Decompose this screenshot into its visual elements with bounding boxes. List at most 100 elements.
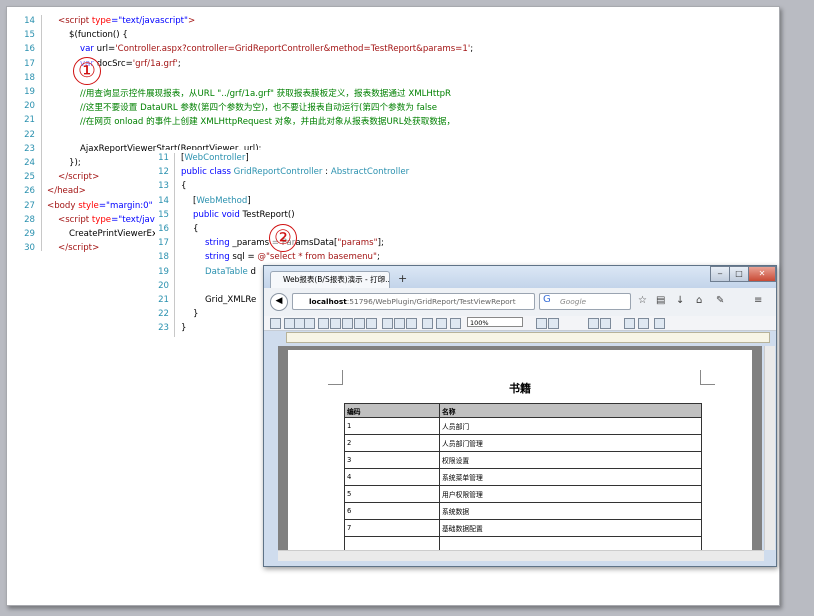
- horizontal-scrollbar[interactable]: [278, 550, 764, 561]
- code-token: script: [68, 172, 93, 183]
- line-number: 22: [24, 129, 35, 140]
- toolbar-button-icon[interactable]: [366, 318, 377, 329]
- table-row: 6 系统数据: [344, 502, 702, 520]
- tab-bar: Web报表(B/S报表)演示 - 打印... ✕ + ‒ □ ✕: [264, 266, 776, 288]
- url-path: :51796/WebPlugin/GridReport/TestViewRepo…: [346, 297, 516, 306]
- code-token: {: [181, 181, 187, 192]
- code-line: public class GridReportController : Abst…: [181, 167, 409, 177]
- table-cell: 1: [344, 417, 440, 435]
- back-icon[interactable]: ◀: [270, 293, 288, 311]
- code-token: ;: [177, 58, 181, 69]
- toolbar-button-icon[interactable]: [330, 318, 341, 329]
- toolbar-button-icon[interactable]: [450, 318, 461, 329]
- code-token: string: [205, 252, 233, 263]
- page-nav-icon[interactable]: [654, 318, 665, 329]
- toolbar-button-icon[interactable]: [394, 318, 405, 329]
- url-bar[interactable]: localhost:51796/WebPlugin/GridReport/Tes…: [292, 293, 535, 310]
- code-token: ];: [377, 238, 384, 249]
- code-token: ]: [247, 195, 251, 206]
- toolbar-button-icon[interactable]: [304, 318, 315, 329]
- code-token: >: [188, 16, 196, 26]
- toolbar-button-icon[interactable]: [342, 318, 353, 329]
- line-number: 23: [24, 143, 35, 154]
- search-input[interactable]: Google: [539, 293, 631, 310]
- vertical-scrollbar[interactable]: [764, 346, 775, 550]
- code-token: </: [58, 172, 69, 183]
- line-number: 15: [158, 209, 169, 220]
- browser-tab[interactable]: Web报表(B/S报表)演示 - 打印... ✕: [270, 271, 390, 288]
- toolbar-button-icon[interactable]: [382, 318, 393, 329]
- marker-1: ①: [73, 57, 101, 85]
- clipboard-icon[interactable]: ▤: [656, 295, 665, 306]
- line-number: 16: [24, 44, 35, 55]
- code-line: //用查询显示控件展现报表，从URL "../grf/1a.grf" 获取报表膜…: [80, 87, 451, 99]
- toolbar-button-icon[interactable]: [436, 318, 447, 329]
- line-number: 22: [158, 309, 169, 320]
- code-line: [WebMethod]: [193, 196, 251, 206]
- table-cell: 权限设置: [439, 451, 702, 469]
- code-token: WebController: [184, 153, 246, 163]
- line-number: 11: [158, 153, 169, 163]
- toolbar-button-icon[interactable]: [270, 318, 281, 329]
- line-number: 29: [24, 229, 35, 239]
- new-tab-icon[interactable]: +: [398, 272, 407, 285]
- table-cell: 人员部门管理: [439, 434, 702, 452]
- close-tab-icon[interactable]: ✕: [379, 272, 386, 288]
- code-token: WebMethod: [196, 195, 248, 206]
- table-cell: 2: [344, 434, 440, 452]
- table-cell: 用户权限管理: [439, 485, 702, 503]
- line-number: 20: [158, 280, 169, 291]
- toolbar-button-icon[interactable]: [318, 318, 329, 329]
- code-token: head: [57, 186, 79, 197]
- code-token: >: [92, 172, 100, 183]
- page-nav-icon[interactable]: [548, 318, 559, 329]
- browser-window: Web报表(B/S报表)演示 - 打印... ✕ + ‒ □ ✕ ◀ local…: [263, 265, 777, 567]
- line-number: 17: [24, 58, 35, 69]
- page-nav-icon[interactable]: [536, 318, 547, 329]
- page-nav-icon[interactable]: [624, 318, 635, 329]
- toolbar-button-icon[interactable]: [406, 318, 417, 329]
- column-header: 名称: [439, 403, 702, 418]
- code-token: $(function() {: [69, 30, 128, 41]
- line-number: 18: [24, 72, 35, 83]
- column-header: 编码: [344, 403, 440, 418]
- line-number: 18: [158, 252, 169, 263]
- code-token: });: [69, 158, 81, 168]
- download-icon[interactable]: ↓: [676, 295, 684, 306]
- line-number: 14: [24, 16, 35, 26]
- code-token: AbstractController: [330, 167, 410, 178]
- addon-icon[interactable]: ✎: [716, 295, 724, 306]
- code-token: script: [68, 243, 93, 254]
- code-line: CreatePrintViewerEx: [69, 229, 157, 239]
- code-token: {: [193, 224, 199, 234]
- code-line: //在网页 onload 的事件上创建 XMLHttpRequest 对象，并由…: [80, 115, 455, 127]
- search-engine-icon[interactable]: G: [543, 294, 551, 305]
- table-cell: 7: [344, 519, 440, 537]
- toolbar-button-icon[interactable]: [422, 318, 433, 329]
- page-nav-icon[interactable]: [600, 318, 611, 329]
- slide-canvas: 14 <script type="text/javascript"> 15 $(fun…: [6, 6, 780, 606]
- code-token: GridReportController: [233, 167, 323, 178]
- maximize-button[interactable]: □: [729, 266, 749, 282]
- code-line: DataTable d: [205, 267, 256, 277]
- toolbar-button-icon[interactable]: [354, 318, 365, 329]
- menu-icon[interactable]: ≡: [754, 295, 762, 306]
- code-token: public void: [193, 209, 243, 220]
- code-token: ="text/javascript": [111, 16, 189, 26]
- close-window-button[interactable]: ✕: [748, 266, 776, 282]
- line-number: 30: [24, 243, 35, 254]
- line-number: 14: [158, 195, 169, 206]
- line-number: 13: [158, 181, 169, 192]
- home-icon[interactable]: ⌂: [696, 295, 702, 306]
- ruler: [286, 332, 770, 343]
- bookmark-star-icon[interactable]: ☆: [638, 295, 647, 306]
- zoom-select[interactable]: 100%: [467, 317, 523, 327]
- code-token: Grid_XMLRe: [205, 295, 257, 305]
- minimize-button[interactable]: ‒: [710, 266, 730, 282]
- page-nav-icon[interactable]: [588, 318, 599, 329]
- table-cell: 基础数据配置: [439, 519, 702, 537]
- code-line: string sql = @"select * from basemenu";: [205, 252, 380, 262]
- code-token: string: [205, 238, 233, 249]
- page-nav-icon[interactable]: [638, 318, 649, 329]
- code-line: }: [181, 323, 186, 333]
